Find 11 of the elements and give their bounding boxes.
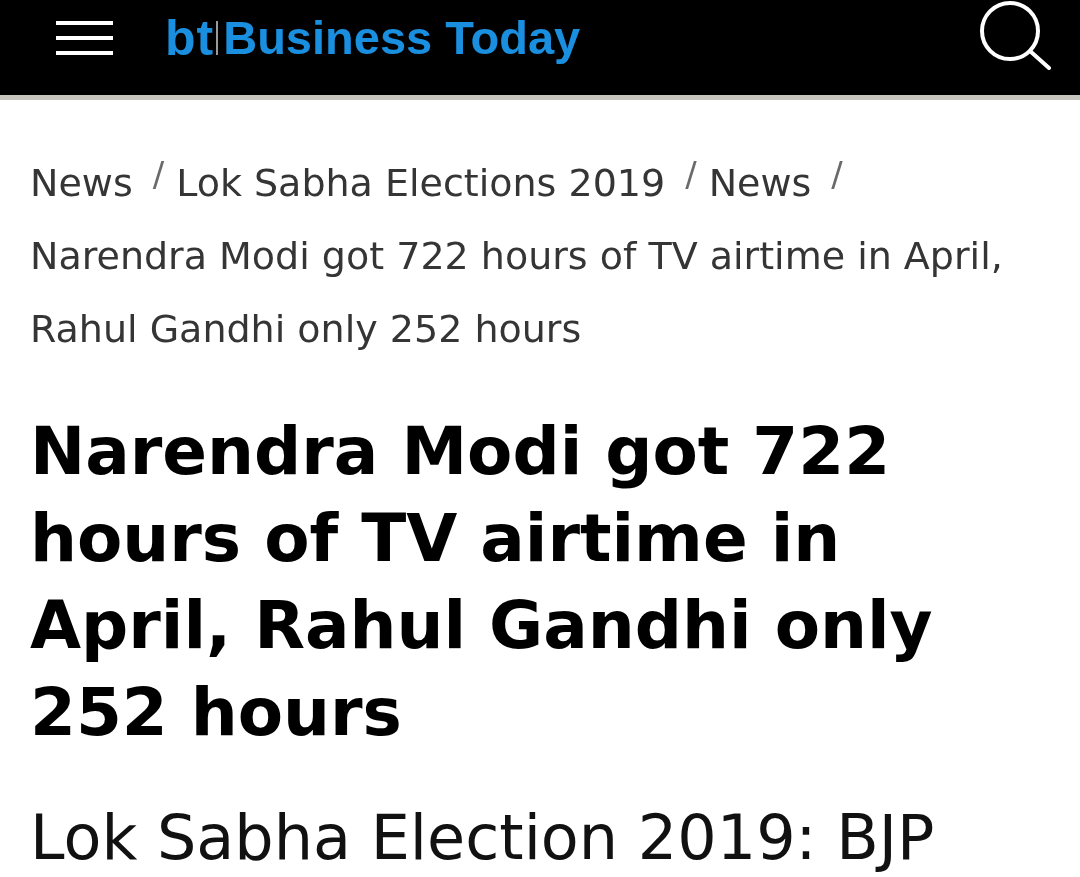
breadcrumb-link[interactable]: Lok Sabha Elections 2019 (176, 147, 666, 220)
breadcrumb-separator: / (831, 153, 843, 196)
breadcrumb-separator: / (152, 153, 165, 196)
menu-icon[interactable] (56, 21, 113, 55)
breadcrumb-link[interactable]: News (708, 147, 812, 220)
article-subheading: Lok Sabha Election 2019: BJP (30, 804, 935, 872)
breadcrumb-separator: / (685, 153, 697, 196)
logo-mark[interactable]: bt (165, 12, 215, 63)
breadcrumb-current-page: Narendra Modi got 722 hours of TV airtime in April, Rahul Gandhi only 252 hours (30, 233, 1004, 353)
breadcrumb-link[interactable]: News (30, 147, 133, 220)
article-headline: Narendra Modi got 722 hours of TV airtime in April, Rahul Gandhi only 252 hours (30, 412, 934, 753)
